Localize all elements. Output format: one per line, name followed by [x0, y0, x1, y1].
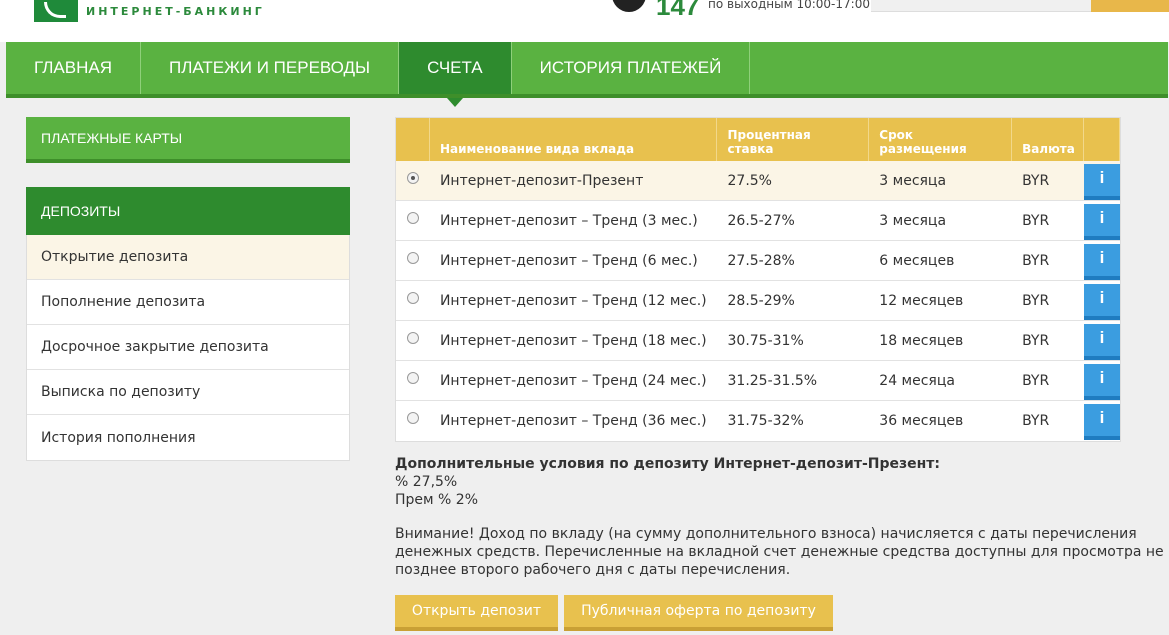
- deposit-term: 3 месяца: [879, 172, 947, 189]
- nav-item-payments[interactable]: ПЛАТЕЖИ И ПЕРЕВОДЫ: [141, 42, 400, 94]
- details-title: Дополнительные условия по депозиту Интер…: [395, 456, 941, 472]
- details-rate: % 27,5%: [395, 474, 458, 490]
- deposit-rate: 27.5-28%: [727, 252, 795, 269]
- deposit-radio[interactable]: [406, 251, 419, 264]
- table-row[interactable]: Интернет-депозит-Презент 27.5% 3 месяца …: [396, 161, 1120, 201]
- table-row[interactable]: Интернет-депозит – Тренд (6 мес.) 27.5-2…: [396, 241, 1120, 281]
- phone-hours: по выходным 10:00-17:00): [708, 0, 875, 11]
- info-icon[interactable]: i: [1084, 243, 1120, 280]
- table-row[interactable]: Интернет-депозит – Тренд (3 мес.) 26.5-2…: [396, 201, 1120, 241]
- deposit-rate: 26.5-27%: [727, 212, 795, 229]
- deposit-rate: 27.5%: [727, 172, 772, 189]
- deposit-name: Интернет-депозит-Презент: [439, 172, 644, 189]
- deposit-radio[interactable]: [406, 171, 419, 184]
- deposit-term: 18 месяцев: [879, 332, 964, 349]
- deposit-currency: BYR: [1022, 332, 1050, 349]
- deposit-term: 3 месяца: [879, 212, 947, 229]
- main-nav: ГЛАВНАЯ ПЛАТЕЖИ И ПЕРЕВОДЫ СЧЕТА ИСТОРИЯ…: [6, 42, 1168, 107]
- deposit-name: Интернет-депозит – Тренд (12 мес.): [439, 292, 707, 309]
- deposit-term: 6 месяцев: [879, 252, 955, 269]
- header-name: Наименование вида вклада: [430, 118, 718, 161]
- deposit-currency: BYR: [1022, 212, 1050, 229]
- deposit-term: 12 месяцев: [879, 292, 964, 309]
- deposit-rate: 30.75-31%: [727, 332, 804, 349]
- deposit-name: Интернет-депозит – Тренд (6 мес.): [439, 252, 698, 269]
- deposit-currency: BYR: [1022, 372, 1050, 389]
- sidebar-deposits: ДЕПОЗИТЫ Открытие депозита Пополнение де…: [26, 187, 350, 461]
- sidebar-deposits-heading[interactable]: ДЕПОЗИТЫ: [26, 187, 350, 235]
- deposit-name: Интернет-депозит – Тренд (3 мес.): [439, 212, 698, 229]
- deposit-currency: BYR: [1022, 292, 1050, 309]
- header-currency: Валюта: [1012, 118, 1085, 161]
- info-icon[interactable]: i: [1084, 203, 1120, 240]
- deposit-term: 36 месяцев: [879, 413, 964, 429]
- deposit-term: 24 месяца: [879, 372, 955, 389]
- details-premium: Прем % 2%: [395, 492, 479, 508]
- header-term: Срок размещения: [869, 118, 1013, 161]
- header-rate: Процентная ставка: [717, 118, 870, 161]
- header: ИНТЕРНЕТ-БАНКИНГ 147 по выходным 10:00-1…: [0, 0, 1169, 42]
- sidebar-cards-heading[interactable]: ПЛАТЕЖНЫЕ КАРТЫ: [26, 117, 350, 163]
- deposit-table: Наименование вида вклада Процентная став…: [395, 117, 1121, 442]
- deposit-rate: 31.75-32%: [727, 413, 804, 429]
- nav-item-history[interactable]: ИСТОРИЯ ПЛАТЕЖЕЙ: [512, 42, 751, 94]
- deposit-name: Интернет-депозит – Тренд (24 мес.): [439, 372, 707, 389]
- deposit-currency: BYR: [1022, 413, 1050, 429]
- deposit-radio[interactable]: [406, 291, 419, 304]
- info-icon[interactable]: i: [1084, 363, 1120, 400]
- header-search-bar[interactable]: [871, 0, 1169, 12]
- sidebar-item-open-deposit[interactable]: Открытие депозита: [27, 235, 349, 280]
- details-note: Внимание! Доход по вкладу (на сумму допо…: [395, 526, 1164, 578]
- deposit-currency: BYR: [1022, 172, 1050, 189]
- sidebar-deposits-list: Открытие депозита Пополнение депозита До…: [26, 235, 350, 461]
- info-icon[interactable]: i: [1084, 323, 1120, 360]
- info-icon[interactable]: i: [1084, 404, 1120, 440]
- sidebar-item-topup-history[interactable]: История пополнения: [27, 415, 349, 460]
- sidebar-item-statement[interactable]: Выписка по депозиту: [27, 370, 349, 415]
- deposit-radio[interactable]: [406, 371, 419, 384]
- header-search-button[interactable]: [1091, 0, 1169, 12]
- table-header: Наименование вида вклада Процентная став…: [396, 118, 1120, 161]
- bank-logo-icon[interactable]: [34, 0, 78, 22]
- deposit-radio[interactable]: [406, 331, 419, 344]
- nav-item-home[interactable]: ГЛАВНАЯ: [6, 42, 141, 94]
- info-icon[interactable]: i: [1084, 163, 1120, 200]
- deposit-rate: 31.25-31.5%: [727, 372, 818, 389]
- logo-text: ИНТЕРНЕТ-БАНКИНГ: [86, 5, 265, 18]
- sidebar-cards: ПЛАТЕЖНЫЕ КАРТЫ: [26, 117, 350, 163]
- table-row[interactable]: Интернет-депозит – Тренд (24 мес.) 31.25…: [396, 361, 1120, 401]
- phone-number: 147: [656, 0, 700, 21]
- table-row[interactable]: Интернет-депозит – Тренд (12 мес.) 28.5-…: [396, 281, 1120, 321]
- deposit-radio[interactable]: [406, 211, 419, 224]
- phone-icon: [612, 0, 646, 12]
- sidebar-item-early-close[interactable]: Досрочное закрытие депозита: [27, 325, 349, 370]
- deposit-currency: BYR: [1022, 252, 1050, 269]
- deposit-rate: 28.5-29%: [727, 292, 795, 309]
- info-icon[interactable]: i: [1084, 283, 1120, 320]
- table-row[interactable]: Интернет-депозит – Тренд (36 мес.) 31.75…: [396, 401, 1120, 441]
- open-deposit-button[interactable]: Открыть депозит: [395, 595, 558, 631]
- sidebar-item-topup-deposit[interactable]: Пополнение депозита: [27, 280, 349, 325]
- deposit-radio[interactable]: [406, 412, 419, 424]
- public-offer-button[interactable]: Публичная оферта по депозиту: [564, 595, 833, 631]
- deposit-name: Интернет-депозит – Тренд (18 мес.): [439, 332, 707, 349]
- deposit-details: Дополнительные условия по депозиту Интер…: [395, 455, 1165, 579]
- deposit-name: Интернет-депозит – Тренд (36 мес.): [439, 413, 707, 429]
- nav-item-accounts[interactable]: СЧЕТА: [399, 42, 512, 107]
- table-row[interactable]: Интернет-депозит – Тренд (18 мес.) 30.75…: [396, 321, 1120, 361]
